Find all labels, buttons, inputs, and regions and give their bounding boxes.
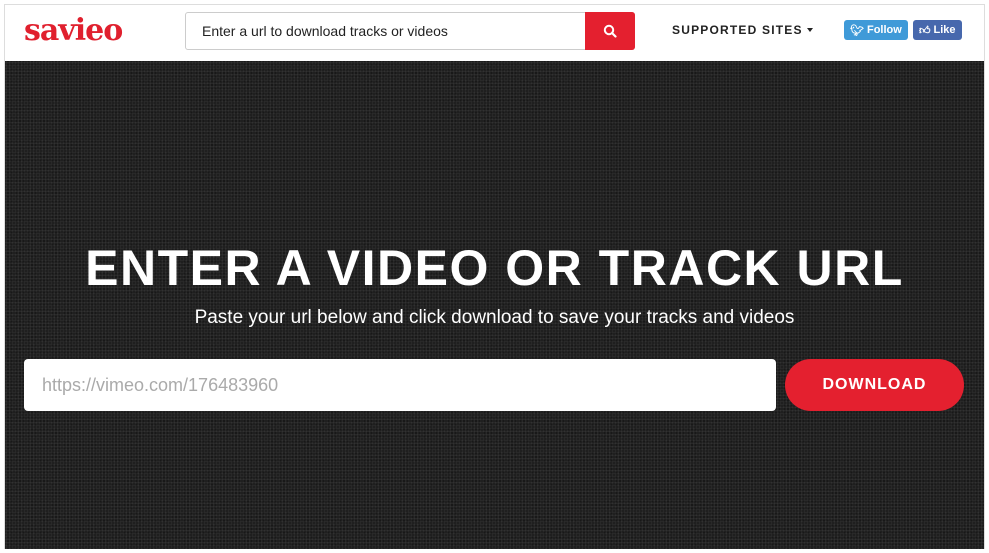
thumbs-up-icon: 👍︎ [919,24,931,37]
caret-down-icon [806,28,813,32]
search-button[interactable] [585,12,635,50]
page: savieo SUPPORTED SITES 🐦︎ Follow 👍︎ Like… [4,4,985,549]
header-search [185,12,635,50]
search-input[interactable] [186,13,586,49]
logo[interactable]: savieo [24,13,123,48]
facebook-like-label: Like [933,24,956,36]
download-button[interactable]: DOWNLOAD [785,359,964,411]
twitter-follow-label: Follow [866,24,902,36]
facebook-like-button[interactable]: 👍︎ Like [913,20,962,40]
url-input[interactable] [24,359,776,411]
search-icon [603,24,617,38]
supported-sites-dropdown[interactable]: SUPPORTED SITES [672,23,813,37]
twitter-follow-button[interactable]: 🐦︎ Follow [844,20,908,40]
header: savieo SUPPORTED SITES 🐦︎ Follow 👍︎ Like [5,5,984,61]
twitter-icon: 🐦︎ [850,24,864,37]
hero: ENTER A VIDEO OR TRACK URL Paste your ur… [5,61,984,549]
hero-title: ENTER A VIDEO OR TRACK URL [85,240,904,296]
hero-subtitle: Paste your url below and click download … [194,307,795,328]
supported-sites-label: SUPPORTED SITES [672,23,803,37]
